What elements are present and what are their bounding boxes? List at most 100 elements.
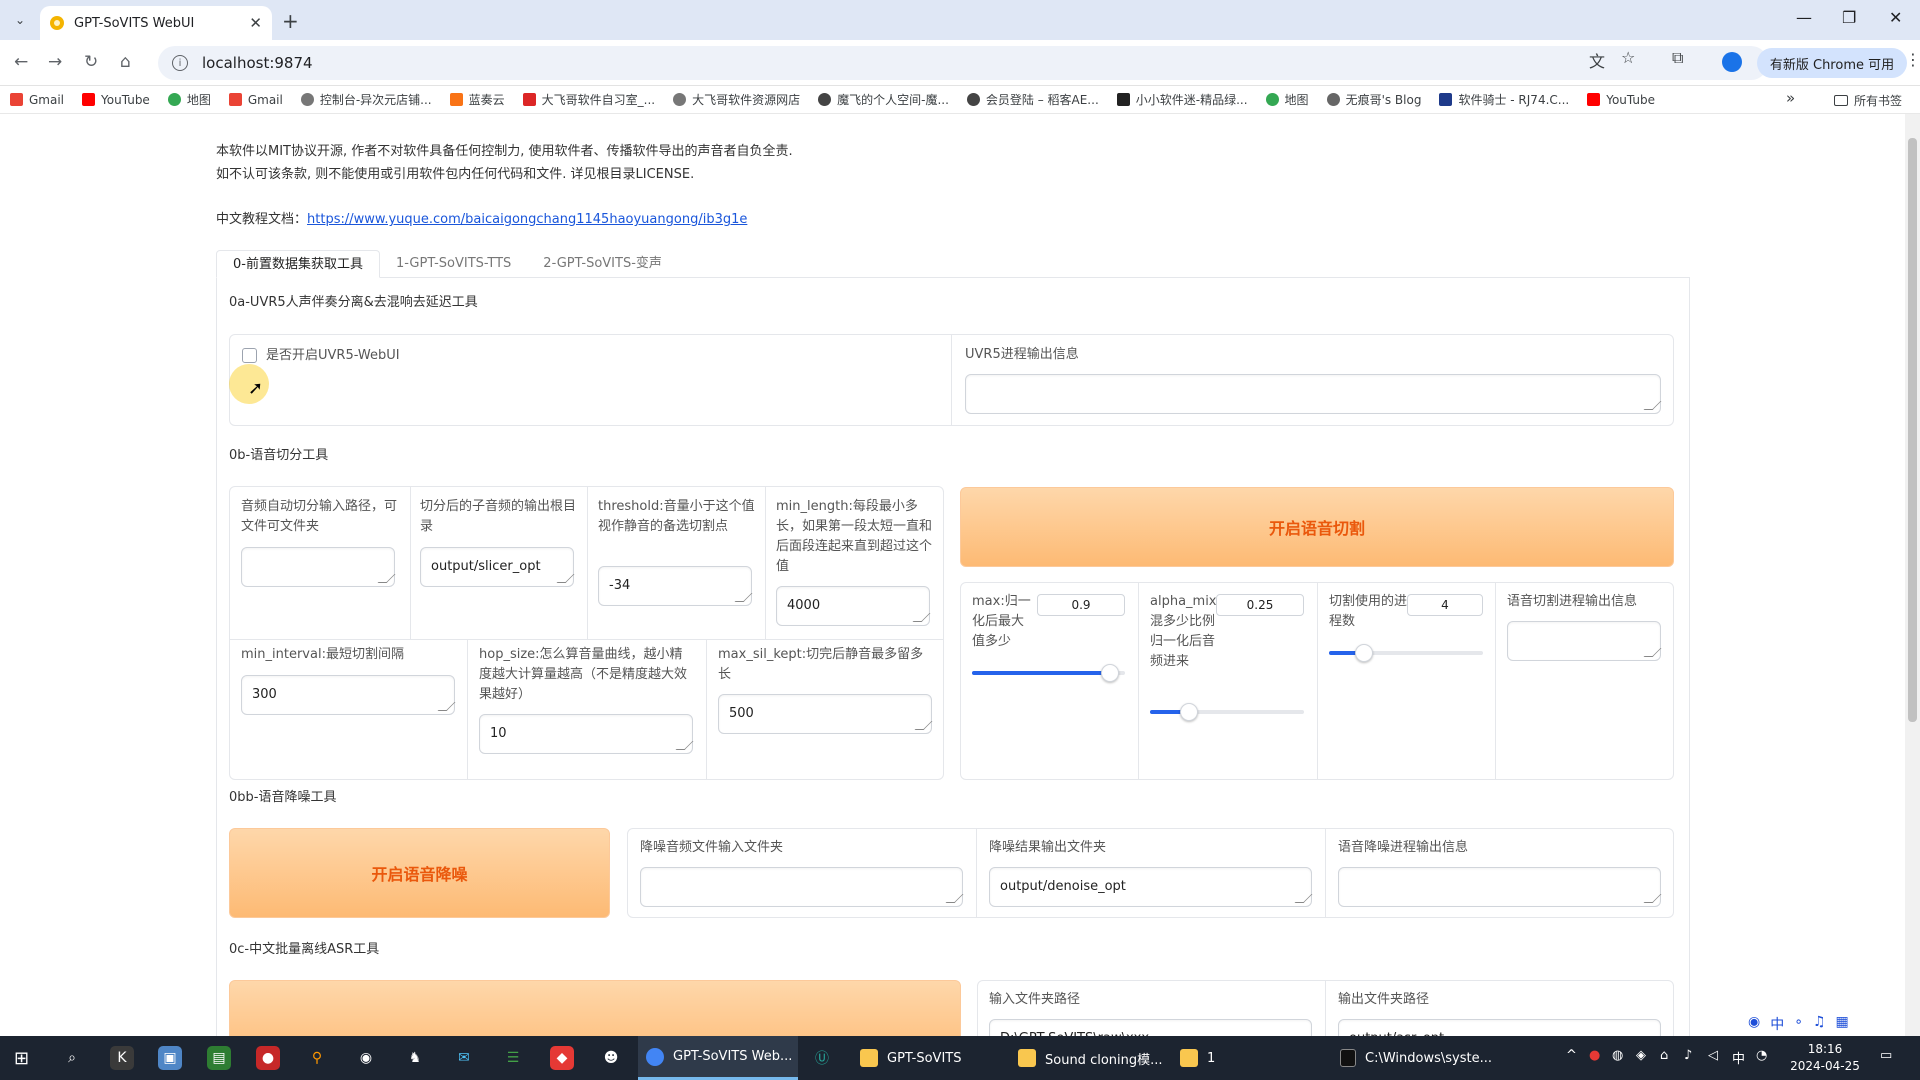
- slicer-input-textbox[interactable]: [241, 547, 395, 587]
- denoise-progress-textbox[interactable]: [1338, 867, 1661, 907]
- bookmark-item[interactable]: 小小软件迷-精品绿...: [1116, 91, 1248, 108]
- denoise-input-textbox[interactable]: [640, 867, 963, 907]
- max-number-input[interactable]: 0.9: [1037, 594, 1125, 616]
- taskbar-terminal-app[interactable]: C:\Windows\syste...: [1332, 1036, 1492, 1080]
- app-u-icon[interactable]: Ⓤ: [810, 1046, 834, 1070]
- tab-voice-conversion[interactable]: 2-GPT-SoVITS-变声: [527, 250, 678, 278]
- bookmark-item[interactable]: Gmail: [10, 93, 64, 107]
- min-length-textbox[interactable]: 4000: [776, 586, 930, 626]
- app-recorder-icon[interactable]: ●: [256, 1046, 280, 1070]
- all-bookmarks-button[interactable]: 所有书签: [1834, 92, 1902, 109]
- bookmark-item[interactable]: YouTube: [1587, 93, 1655, 107]
- chrome-update-button[interactable]: 有新版 Chrome 可用: [1757, 48, 1907, 78]
- bookmark-item[interactable]: 控制台-异次元店铺...: [300, 91, 432, 108]
- tray-network-icon[interactable]: ◔: [1756, 1048, 1767, 1063]
- new-tab-icon[interactable]: +: [282, 9, 299, 33]
- ime-grid-icon[interactable]: ▦: [1836, 1014, 1849, 1034]
- bookmark-item[interactable]: 软件骑士 - RJ74.C...: [1439, 91, 1569, 108]
- tray-mic-icon[interactable]: ♪: [1684, 1048, 1692, 1063]
- tray-shield-icon[interactable]: ◈: [1636, 1048, 1646, 1063]
- ime-mic-icon[interactable]: ♫: [1813, 1014, 1826, 1034]
- translate-icon[interactable]: 文: [1589, 48, 1605, 72]
- bookmark-item[interactable]: 魔飞的个人空间-魔...: [818, 91, 949, 108]
- slice-procs-number-input[interactable]: 4: [1407, 594, 1483, 616]
- asr-output-textbox[interactable]: output/asr_opt: [1338, 1019, 1661, 1036]
- app-panda-icon[interactable]: ☻: [599, 1046, 623, 1070]
- profile-avatar[interactable]: [1722, 52, 1742, 72]
- extensions-icon[interactable]: ⧉: [1672, 48, 1683, 68]
- tab-tts[interactable]: 1-GPT-SoVITS-TTS: [380, 250, 527, 278]
- wechat-icon[interactable]: ✉: [452, 1046, 476, 1070]
- slice-procs-slider[interactable]: [1329, 644, 1483, 662]
- app-fox-icon[interactable]: ♞: [403, 1046, 427, 1070]
- address-bar[interactable]: i localhost:9874: [158, 46, 1768, 80]
- reload-icon[interactable]: ↻: [84, 52, 98, 72]
- bookmark-item[interactable]: 大飞哥软件资源网店: [673, 91, 800, 108]
- browser-tab-active[interactable]: GPT-SoVITS WebUI ✕: [40, 6, 272, 40]
- max-slider-thumb[interactable]: [1100, 664, 1119, 682]
- tray-ime-icon[interactable]: 中: [1732, 1048, 1745, 1067]
- taskbar-folder-app[interactable]: Sound cloning模...: [1010, 1036, 1170, 1080]
- app-k-icon[interactable]: K: [110, 1046, 134, 1070]
- taskbar-clock[interactable]: 18:16 2024-04-25: [1790, 1041, 1860, 1075]
- uvr5-output-textbox[interactable]: [965, 374, 1661, 414]
- taskbar-folder-app[interactable]: 1: [1172, 1036, 1332, 1080]
- ime-logo-icon[interactable]: ◉: [1748, 1014, 1760, 1034]
- bookmark-item[interactable]: 地图: [167, 91, 211, 108]
- max-sil-kept-textbox[interactable]: 500: [718, 694, 932, 734]
- max-slider[interactable]: [972, 664, 1125, 682]
- start-slicing-button[interactable]: 开启语音切割: [960, 487, 1674, 567]
- window-close-icon[interactable]: ✕: [1889, 8, 1902, 27]
- bookmark-item[interactable]: 大飞哥软件自习室_...: [522, 91, 655, 108]
- minimize-icon[interactable]: —: [1796, 8, 1812, 27]
- app-shapes-icon[interactable]: ◆: [550, 1046, 574, 1070]
- doc-link[interactable]: https://www.yuque.com/baicaigongchang114…: [307, 212, 747, 227]
- hop-size-textbox[interactable]: 10: [479, 714, 693, 754]
- slicer-progress-textbox[interactable]: [1507, 621, 1661, 661]
- threshold-textbox[interactable]: -34: [598, 566, 752, 606]
- tray-volume-icon[interactable]: ◁: [1708, 1048, 1718, 1063]
- site-info-icon[interactable]: i: [172, 55, 188, 71]
- taskbar-folder-app[interactable]: GPT-SoVITS: [852, 1036, 1010, 1080]
- slicer-output-textbox[interactable]: output/slicer_opt: [420, 547, 574, 587]
- tab-search-icon[interactable]: ⌄: [8, 8, 32, 32]
- start-asr-button[interactable]: [229, 980, 961, 1036]
- app-record-icon[interactable]: ◉: [354, 1046, 378, 1070]
- back-icon[interactable]: ←: [14, 52, 28, 72]
- bookmark-item[interactable]: Gmail: [228, 93, 283, 107]
- forward-icon[interactable]: →: [48, 52, 62, 72]
- bookmark-item[interactable]: YouTube: [82, 93, 150, 107]
- app-list-icon[interactable]: ☰: [501, 1046, 525, 1070]
- address-url[interactable]: localhost:9874: [202, 54, 313, 72]
- search-icon[interactable]: ⌕: [60, 1046, 84, 1070]
- min-interval-textbox[interactable]: 300: [241, 675, 455, 715]
- bookmark-item[interactable]: 无痕哥's Blog: [1326, 91, 1421, 108]
- asr-input-textbox[interactable]: D:\GPT-SoVITS\raw\xxx: [989, 1019, 1312, 1036]
- bookmark-item[interactable]: 会员登陆 – 稻客AE...: [966, 91, 1099, 108]
- tab-close-icon[interactable]: ✕: [249, 14, 262, 32]
- alpha-mix-slider-thumb[interactable]: [1179, 703, 1198, 721]
- tray-record-icon[interactable]: ●: [1589, 1048, 1600, 1063]
- menu-kebab-icon[interactable]: ⋮: [1905, 50, 1920, 69]
- bookmark-item[interactable]: 地图: [1265, 91, 1309, 108]
- ime-chinese-icon[interactable]: 中: [1770, 1014, 1784, 1034]
- denoise-output-textbox[interactable]: output/denoise_opt: [989, 867, 1312, 907]
- start-windows-icon[interactable]: ⊞: [14, 1048, 29, 1069]
- tab-dataset-tools[interactable]: 0-前置数据集获取工具: [216, 250, 380, 278]
- tray-app-icon[interactable]: ◍: [1612, 1048, 1623, 1063]
- ime-punct-icon[interactable]: ∘: [1794, 1014, 1803, 1034]
- bookmark-star-icon[interactable]: ☆: [1621, 48, 1635, 67]
- tray-usb-icon[interactable]: ⌂: [1660, 1048, 1668, 1063]
- page-scrollbar[interactable]: [1905, 114, 1920, 1036]
- notification-icon[interactable]: ▭: [1880, 1048, 1892, 1063]
- start-denoise-button[interactable]: 开启语音降噪: [229, 828, 610, 918]
- app-search-tool-icon[interactable]: ⚲: [305, 1046, 329, 1070]
- bookmarks-overflow-icon[interactable]: »: [1786, 89, 1795, 107]
- tray-overflow-icon[interactable]: ^: [1566, 1048, 1577, 1063]
- taskbar-chrome-app[interactable]: GPT-SoVITS Web...: [638, 1036, 798, 1080]
- restore-icon[interactable]: ❐: [1842, 8, 1856, 27]
- home-icon[interactable]: ⌂: [120, 52, 131, 72]
- app-excel-icon[interactable]: ▤: [207, 1046, 231, 1070]
- alpha-mix-number-input[interactable]: 0.25: [1216, 594, 1304, 616]
- app-monitor-icon[interactable]: ▣: [158, 1046, 182, 1070]
